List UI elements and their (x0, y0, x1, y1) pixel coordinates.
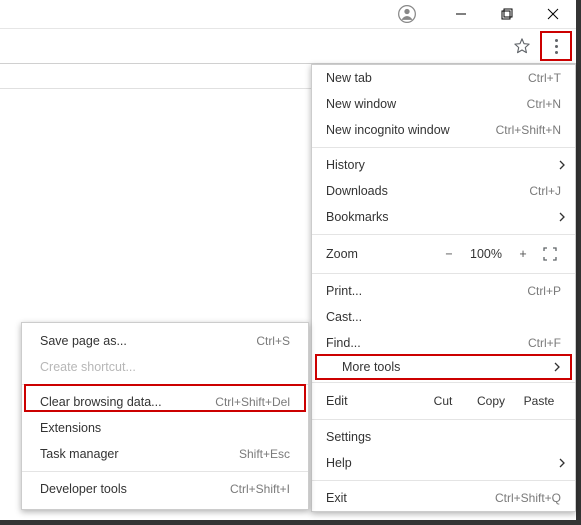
menu-item-shortcut: Ctrl+T (528, 71, 561, 85)
chevron-right-icon (559, 212, 565, 222)
menu-item-label: Find... (326, 336, 528, 350)
menu-item-label: Help (326, 456, 561, 470)
menu-button[interactable] (540, 31, 572, 61)
cut-button[interactable]: Cut (421, 394, 465, 408)
submenu-item-developer-tools[interactable]: Developer tools Ctrl+Shift+I (22, 476, 308, 502)
main-menu: New tab Ctrl+T New window Ctrl+N New inc… (311, 64, 576, 512)
menu-item-label: Save page as... (40, 334, 256, 348)
zoom-out-button[interactable]: − (437, 247, 461, 261)
menu-item-label: New incognito window (326, 123, 496, 137)
submenu-item-create-shortcut: Create shortcut... (22, 354, 308, 380)
menu-item-label: New tab (326, 71, 528, 85)
menu-item-label: More tools (331, 360, 556, 374)
maximize-button[interactable] (484, 3, 530, 25)
menu-item-label: Developer tools (40, 482, 230, 496)
menu-item-label: Extensions (40, 421, 290, 435)
more-tools-submenu: Save page as... Ctrl+S Create shortcut..… (21, 322, 309, 510)
zoom-in-button[interactable]: + (511, 247, 535, 261)
copy-button[interactable]: Copy (469, 394, 513, 408)
menu-item-label: Print... (326, 284, 527, 298)
menu-item-label: Clear browsing data... (40, 395, 215, 409)
menu-item-shortcut: Ctrl+S (256, 334, 290, 348)
submenu-item-save-page[interactable]: Save page as... Ctrl+S (22, 328, 308, 354)
menu-item-label: Exit (326, 491, 495, 505)
menu-item-label: Cast... (326, 310, 561, 324)
menu-item-find[interactable]: Find... Ctrl+F (312, 330, 575, 356)
bookmark-star-icon[interactable] (508, 32, 536, 60)
fullscreen-icon[interactable] (539, 247, 561, 261)
menu-item-label: Task manager (40, 447, 239, 461)
chevron-right-icon (559, 458, 565, 468)
user-icon[interactable] (394, 1, 420, 27)
menu-item-shortcut: Ctrl+J (529, 184, 561, 198)
menu-item-shortcut: Shift+Esc (239, 447, 290, 461)
menu-item-print[interactable]: Print... Ctrl+P (312, 278, 575, 304)
menu-item-shortcut: Ctrl+N (527, 97, 561, 111)
more-vertical-icon (555, 39, 558, 54)
zoom-label: Zoom (326, 247, 433, 261)
menu-item-edit: Edit Cut Copy Paste (312, 387, 575, 415)
submenu-item-clear-browsing-data[interactable]: Clear browsing data... Ctrl+Shift+Del (22, 389, 308, 415)
menu-item-settings[interactable]: Settings (312, 424, 575, 450)
menu-item-shortcut: Ctrl+F (528, 336, 561, 350)
paste-button[interactable]: Paste (517, 394, 561, 408)
menu-item-label: History (326, 158, 561, 172)
toolbar (0, 28, 576, 64)
menu-item-history[interactable]: History (312, 152, 575, 178)
menu-item-more-tools[interactable]: More tools (315, 354, 572, 380)
menu-item-new-window[interactable]: New window Ctrl+N (312, 91, 575, 117)
menu-item-help[interactable]: Help (312, 450, 575, 476)
menu-item-label: Downloads (326, 184, 529, 198)
menu-item-zoom: Zoom − 100% + (312, 239, 575, 269)
menu-item-downloads[interactable]: Downloads Ctrl+J (312, 178, 575, 204)
menu-item-exit[interactable]: Exit Ctrl+Shift+Q (312, 485, 575, 511)
menu-item-shortcut: Ctrl+Shift+N (496, 123, 561, 137)
menu-item-cast[interactable]: Cast... (312, 304, 575, 330)
submenu-item-extensions[interactable]: Extensions (22, 415, 308, 441)
menu-item-label: Bookmarks (326, 210, 561, 224)
menu-item-shortcut: Ctrl+Shift+Del (215, 395, 290, 409)
close-button[interactable] (530, 3, 576, 25)
menu-item-shortcut: Ctrl+Shift+Q (495, 491, 561, 505)
edit-label: Edit (326, 394, 417, 408)
menu-item-label: Settings (326, 430, 561, 444)
menu-item-label: New window (326, 97, 527, 111)
zoom-percent: 100% (465, 247, 507, 261)
menu-item-new-incognito[interactable]: New incognito window Ctrl+Shift+N (312, 117, 575, 143)
menu-item-shortcut: Ctrl+P (527, 284, 561, 298)
titlebar (0, 3, 576, 25)
menu-item-label: Create shortcut... (40, 360, 290, 374)
menu-item-bookmarks[interactable]: Bookmarks (312, 204, 575, 230)
chevron-right-icon (559, 160, 565, 170)
chevron-right-icon (554, 362, 560, 372)
submenu-item-task-manager[interactable]: Task manager Shift+Esc (22, 441, 308, 467)
menu-item-shortcut: Ctrl+Shift+I (230, 482, 290, 496)
minimize-button[interactable] (438, 3, 484, 25)
menu-item-new-tab[interactable]: New tab Ctrl+T (312, 65, 575, 91)
window-controls (438, 3, 576, 25)
